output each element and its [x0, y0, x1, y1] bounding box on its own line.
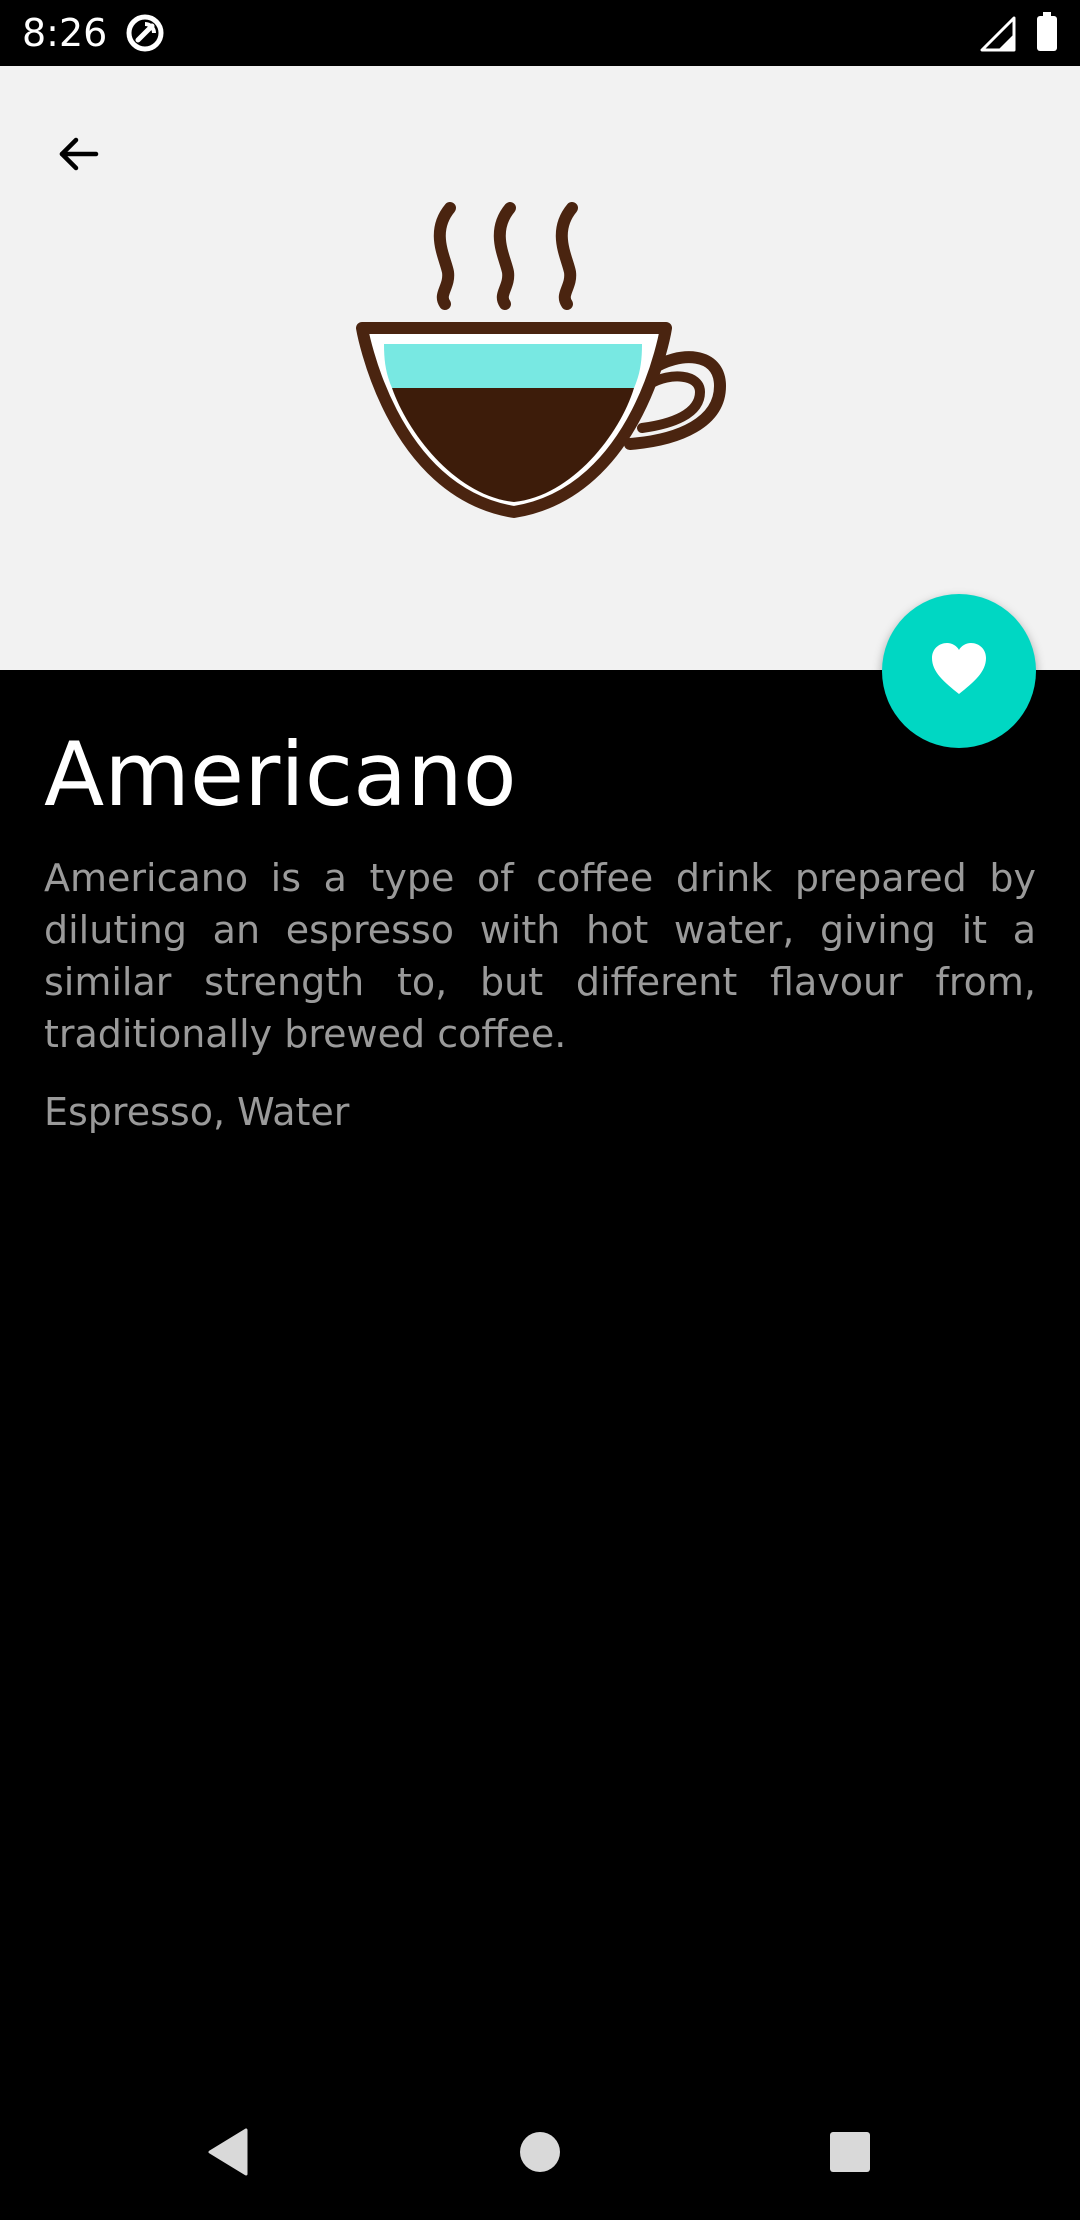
heart-icon [930, 642, 988, 701]
drink-detail-screen: 8:26 Americano Americano is a type of co… [0, 0, 1080, 2220]
coffee-cup-icon [350, 202, 730, 538]
cell-signal-icon [980, 16, 1016, 52]
nav-home-button[interactable] [498, 2112, 582, 2196]
drink-details: Americano Americano is a type of coffee … [44, 720, 1036, 1138]
drink-description: Americano is a type of coffee drink prep… [44, 856, 1036, 1056]
drink-ingredients: Espresso, Water [44, 1090, 350, 1134]
drink-title: Americano [44, 723, 517, 826]
nav-back-button[interactable] [186, 2112, 270, 2196]
nav-home-icon [518, 2130, 562, 2179]
favorite-button[interactable] [882, 594, 1036, 748]
back-button[interactable] [30, 108, 126, 204]
status-bar: 8:26 [0, 0, 1080, 66]
status-time: 8:26 [22, 11, 108, 55]
data-saver-icon [124, 12, 166, 54]
nav-recents-button[interactable] [808, 2112, 892, 2196]
nav-recents-icon [828, 2130, 872, 2179]
drink-header [0, 66, 1080, 670]
nav-back-icon [206, 2128, 250, 2181]
battery-icon [1036, 12, 1058, 52]
back-arrow-icon [54, 130, 102, 183]
system-nav-bar [0, 2088, 1080, 2220]
